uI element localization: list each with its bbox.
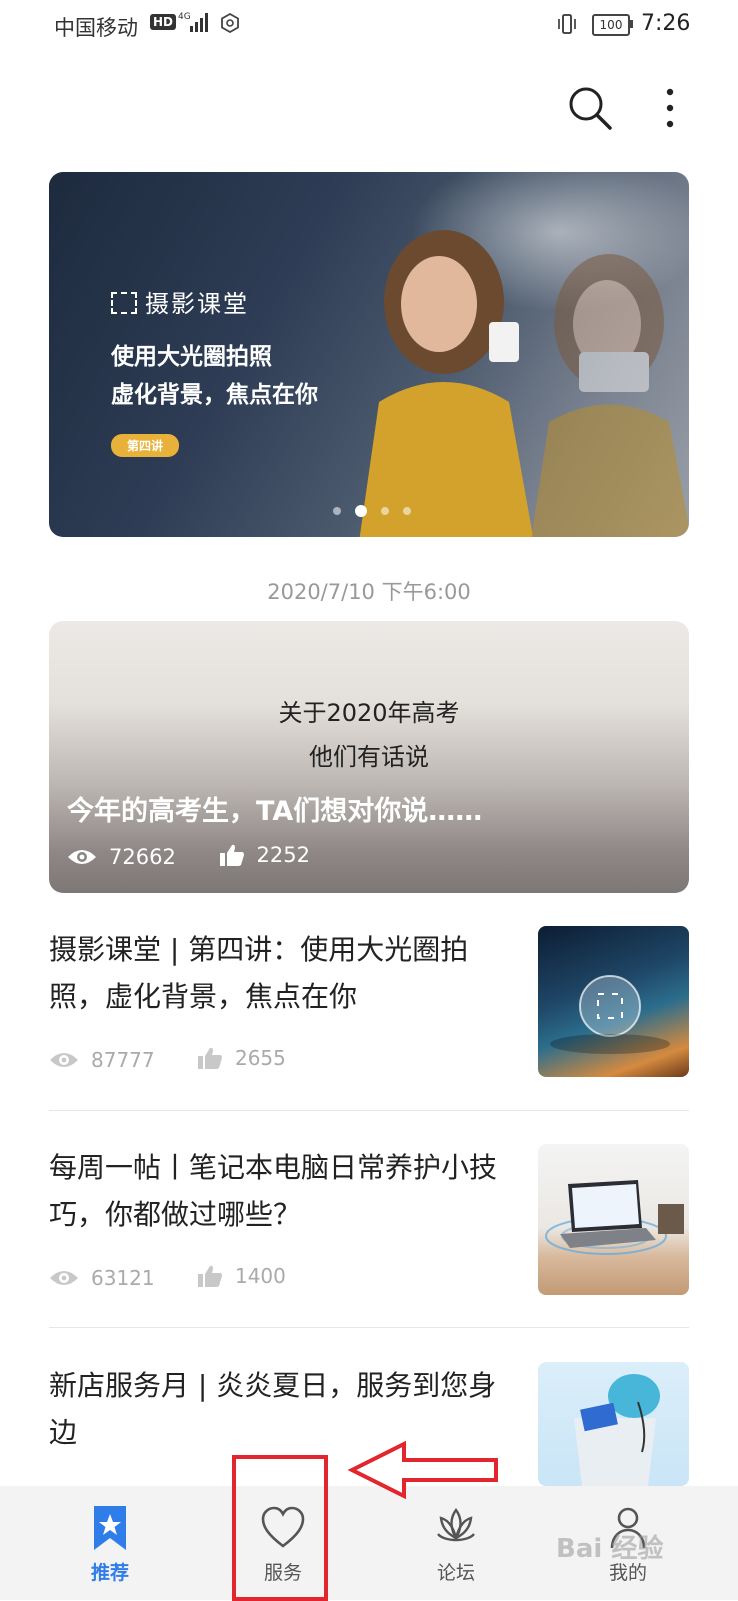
annotation-highlight-box: [232, 1455, 328, 1601]
vibrate-icon: [558, 14, 576, 34]
banner-brand-text: 摄影课堂: [145, 290, 249, 318]
featured-subtitle-line1: 关于2020年高考: [278, 699, 460, 727]
carousel-dot[interactable]: [333, 506, 341, 515]
nfc-icon: [221, 13, 239, 33]
article-title: 每周一帖丨笔记本电脑日常养护小技巧，你都做过哪些？: [49, 1151, 498, 1231]
view-count: 72662: [109, 845, 176, 869]
banner-title: 使用大光圈拍照 虚化背景，焦点在你: [111, 338, 318, 414]
view-count: 63121: [91, 1266, 155, 1290]
list-item[interactable]: 每周一帖丨笔记本电脑日常养护小技巧，你都做过哪些？ 63121 1400: [49, 1144, 689, 1332]
signal-icon: 4G: [178, 12, 208, 32]
featured-subtitle-line2: 他们有话说: [309, 743, 429, 771]
tab-forum[interactable]: 论坛: [396, 1486, 516, 1600]
clock: 7:26: [641, 11, 691, 36]
battery-tip: [630, 20, 633, 28]
frame-icon: [111, 292, 137, 314]
article-stats: 63121 1400: [49, 1264, 322, 1293]
like-count: 2655: [234, 1046, 286, 1070]
like-stat: 2252: [219, 843, 310, 867]
tab-label: 推荐: [90, 1562, 129, 1584]
like-stat: 1400: [197, 1264, 286, 1288]
eye-icon: [50, 1271, 78, 1285]
network-type: 4G: [178, 12, 191, 22]
carrier-name: 中国移动: [54, 16, 138, 40]
annotation-arrow-icon: [348, 1440, 498, 1500]
banner-title-line2: 虚化背景，焦点在你: [111, 382, 318, 408]
promo-banner[interactable]: 摄影课堂 使用大光圈拍照 虚化背景，焦点在你 第四讲: [49, 172, 689, 537]
article-thumbnail: [538, 1144, 689, 1295]
banner-reflection-image: [531, 254, 689, 537]
banner-title-line1: 使用大光圈拍照: [111, 344, 272, 370]
hd-badge: HD: [150, 14, 177, 30]
eye-icon: [68, 850, 96, 864]
status-bar: 中国移动 HD 4G 100 7:26: [0, 0, 738, 52]
banner-tag: 第四讲: [111, 434, 180, 457]
like-count: 1400: [234, 1264, 286, 1288]
article-stats: 87777 2655: [49, 1046, 322, 1075]
lotus-icon: [437, 1507, 475, 1542]
banner-brand: 摄影课堂: [111, 284, 249, 319]
view-stat: 63121: [49, 1266, 155, 1290]
bookmark-star-icon: [94, 1506, 126, 1550]
view-stat: 87777: [49, 1048, 155, 1072]
more-options-icon[interactable]: [660, 84, 680, 132]
like-stat: 2655: [197, 1046, 286, 1070]
carousel-dot[interactable]: [403, 506, 411, 515]
list-item[interactable]: 摄影课堂 | 第四讲：使用大光圈拍照，虚化背景，焦点在你 87777 2655: [49, 926, 689, 1114]
divider: [49, 1327, 689, 1328]
search-icon[interactable]: [566, 84, 614, 132]
tab-label: 论坛: [436, 1562, 475, 1584]
date-label: 2020/7/10 下午6:00: [267, 580, 471, 604]
thumbs-up-icon: [219, 844, 244, 866]
eye-icon: [50, 1053, 78, 1067]
watermark: Bai 经验: [556, 1534, 664, 1564]
view-stat: 72662: [67, 845, 176, 869]
banner-model-image: [359, 230, 534, 537]
battery-icon: 100: [592, 14, 630, 36]
shopping-bag-image: [574, 1374, 660, 1486]
featured-title: 今年的高考生，TA们想对你说……: [67, 796, 483, 827]
divider: [49, 1110, 689, 1111]
featured-stats: 72662 2252: [67, 843, 346, 872]
crystal-ball-image: [550, 975, 670, 1054]
tab-recommend[interactable]: 推荐: [50, 1486, 170, 1600]
carousel-dot-active[interactable]: [355, 504, 367, 517]
carousel-dot[interactable]: [381, 506, 389, 515]
article-title: 摄影课堂 | 第四讲：使用大光圈拍照，虚化背景，焦点在你: [49, 933, 469, 1013]
article-thumbnail: [538, 926, 689, 1077]
carousel-dots: [333, 500, 425, 517]
thumbs-up-icon: [197, 1047, 222, 1069]
laptop-image: [545, 1180, 684, 1255]
article-thumbnail: [538, 1362, 689, 1486]
thumbs-up-icon: [197, 1265, 222, 1287]
featured-card[interactable]: 关于2020年高考 他们有话说 今年的高考生，TA们想对你说…… 72662 2…: [49, 621, 689, 893]
view-count: 87777: [91, 1048, 155, 1072]
like-count: 2252: [256, 843, 310, 867]
